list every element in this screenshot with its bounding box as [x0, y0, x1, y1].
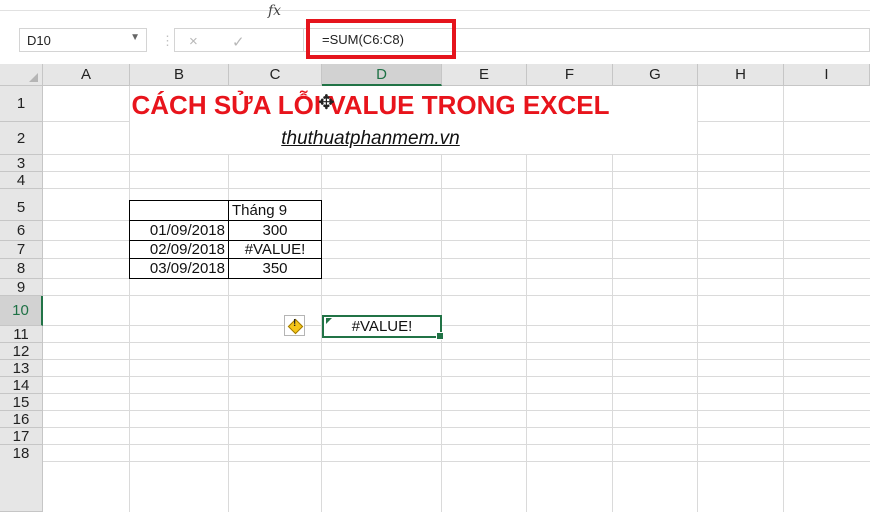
fill-handle[interactable]	[436, 332, 444, 340]
row-header-8[interactable]: 8	[0, 259, 43, 279]
select-all-triangle-icon	[29, 73, 38, 82]
column-header-d[interactable]: D	[322, 64, 442, 86]
result-cell-value: #VALUE!	[351, 318, 413, 335]
insert-function-icon[interactable]: fx	[268, 3, 281, 19]
ribbon-divider	[0, 10, 870, 11]
name-box[interactable]: D10 ▼	[19, 28, 147, 52]
row-header-18[interactable]: 18	[0, 445, 43, 512]
formula-bar-grip-icon: ⋮	[161, 33, 175, 48]
column-header-f[interactable]: F	[527, 64, 613, 86]
row-header-6[interactable]: 6	[0, 221, 43, 241]
row-header-13[interactable]: 13	[0, 360, 43, 377]
row-header-17[interactable]: 17	[0, 428, 43, 445]
column-header-g[interactable]: G	[613, 64, 698, 86]
sheet-subtitle: thuthuatphanmem.vn	[281, 128, 460, 149]
column-header-e[interactable]: E	[442, 64, 527, 86]
column-header-b[interactable]: B	[130, 64, 229, 86]
grid-line	[43, 393, 870, 394]
grid-line	[43, 461, 870, 462]
column-header-i[interactable]: I	[784, 64, 870, 86]
row-header-9[interactable]: 9	[0, 279, 43, 296]
table-value-3[interactable]: 350	[228, 258, 322, 279]
grid-line	[783, 86, 784, 512]
table-date-3[interactable]: 03/09/2018	[129, 258, 229, 279]
error-indicator-icon	[326, 318, 332, 324]
row-header-10[interactable]: 10	[0, 296, 43, 326]
row-header-3[interactable]: 3	[0, 155, 43, 172]
select-all-corner[interactable]	[0, 64, 43, 86]
row-header-16[interactable]: 16	[0, 411, 43, 428]
formula-buttons: × ✓	[174, 28, 304, 52]
cell-cursor-icon: ✥	[318, 90, 335, 114]
grid-line	[43, 359, 870, 360]
grid-line	[43, 444, 870, 445]
grid-line	[43, 188, 870, 189]
row-header-15[interactable]: 15	[0, 394, 43, 411]
formula-bar: D10 ▼ ⋮ × ✓ fx =SUM(C6:C8)	[0, 0, 870, 64]
table-date-2[interactable]: 02/09/2018	[129, 240, 229, 259]
cancel-icon[interactable]: ×	[189, 33, 198, 50]
table-value-2[interactable]: #VALUE!	[228, 240, 322, 259]
column-header-a[interactable]: A	[43, 64, 130, 86]
table-value-1[interactable]: 300	[228, 220, 322, 241]
grid-line	[43, 154, 870, 155]
enter-icon[interactable]: ✓	[232, 33, 245, 51]
selected-cell-d10[interactable]: #VALUE!	[322, 315, 444, 340]
column-header-c[interactable]: C	[229, 64, 322, 86]
grid-line	[43, 295, 870, 296]
row-header-2[interactable]: 2	[0, 122, 43, 155]
grid-line	[43, 171, 870, 172]
error-options-button[interactable]: !	[284, 315, 305, 336]
name-box-value: D10	[27, 33, 51, 48]
grid-line	[43, 410, 870, 411]
row-header-4[interactable]: 4	[0, 172, 43, 189]
row-header-11[interactable]: 11	[0, 326, 43, 343]
worksheet-grid[interactable]: A B C D E F G H I 1 2 3 4 5 6 7 8 9 10 1…	[0, 64, 870, 512]
grid-line	[43, 376, 870, 377]
grid-line	[43, 325, 870, 326]
sheet-title: CÁCH SỬA LỖI VALUE TRONG EXCEL	[131, 90, 610, 120]
exclamation-icon: !	[293, 318, 297, 329]
row-header-1[interactable]: 1	[0, 86, 43, 122]
row-header-12[interactable]: 12	[0, 343, 43, 360]
table-date-1[interactable]: 01/09/2018	[129, 220, 229, 241]
row-header-5[interactable]: 5	[0, 189, 43, 221]
grid-line	[43, 427, 870, 428]
table-cell-b5[interactable]	[129, 200, 229, 221]
row-header-14[interactable]: 14	[0, 377, 43, 394]
formula-highlight-box	[306, 19, 456, 59]
column-header-h[interactable]: H	[698, 64, 784, 86]
grid-line	[43, 342, 870, 343]
chevron-down-icon[interactable]: ▼	[130, 32, 140, 43]
table-header-month[interactable]: Tháng 9	[228, 200, 322, 221]
row-header-7[interactable]: 7	[0, 241, 43, 259]
